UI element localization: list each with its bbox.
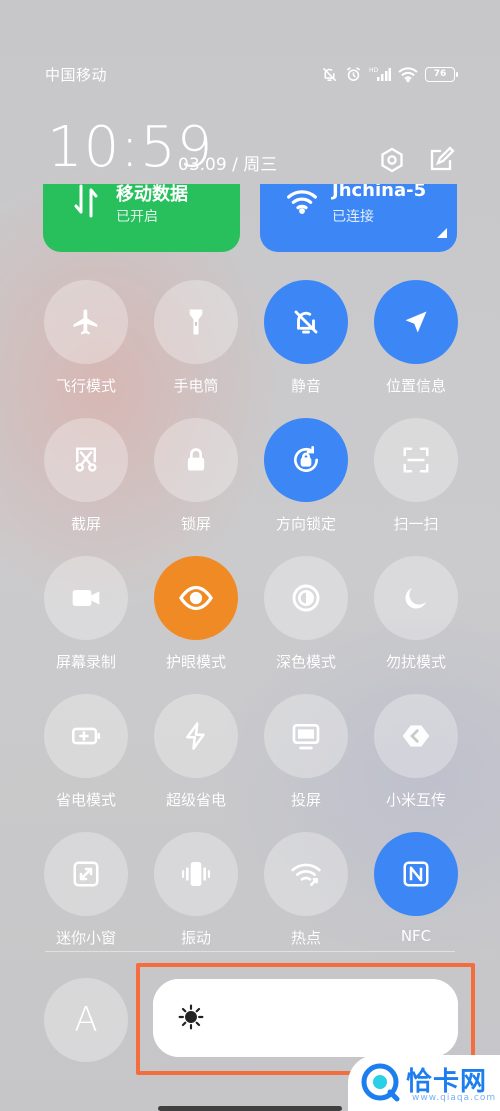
toggle-label: 深色模式 [275,653,336,671]
battery-icon: 76 [425,66,458,82]
toggle-screen-record[interactable]: 屏幕录制 [44,556,128,672]
toggle-scan[interactable]: 扫一扫 [374,418,458,534]
site-watermark: 恰卡网 www.qiaqa.com [348,1055,500,1111]
toggle-battery-saver[interactable]: 省电模式 [44,694,128,810]
clock-date: 03.09 / 周三 [178,155,278,175]
eye-icon [154,556,238,640]
toggle-label: 位置信息 [385,377,446,395]
carrier-name: 中国移动 [45,65,108,84]
toggle-label: 屏幕录制 [55,653,116,671]
toggle-label: 迷你小窗 [55,929,116,947]
wifi-card[interactable]: Jhchina-5 已连接 [260,184,457,252]
toggle-label: 护眼模式 [165,653,226,671]
toggle-airplane-mode[interactable]: 飞行模式 [44,280,128,396]
data-arrows-icon [73,184,99,222]
toggle-label: 截屏 [70,515,101,533]
nfc-icon [374,832,458,916]
watermark-logo-icon [360,1062,400,1106]
dark-mode-icon [264,556,348,640]
divider [45,951,455,952]
edit-icon[interactable] [427,146,455,174]
toggle-location[interactable]: 位置信息 [374,280,458,396]
battery-saver-icon [44,694,128,778]
toggle-label: 手电筒 [173,377,219,395]
airplane-icon [44,280,128,364]
share-transfer-icon [374,694,458,778]
toggle-label: 振动 [180,929,211,947]
toggle-label: 锁屏 [180,515,211,533]
toggle-screenshot[interactable]: 截屏 [44,418,128,534]
toggle-lock-screen[interactable]: 锁屏 [154,418,238,534]
toggle-mini-window[interactable]: 迷你小窗 [44,832,128,948]
mobile-data-card[interactable]: 移动数据 已开启 [43,184,240,252]
lock-icon [154,418,238,502]
toggle-label: 飞行模式 [55,377,116,395]
screen-cast-icon [264,694,348,778]
video-camera-icon [44,556,128,640]
toggle-vibrate[interactable]: 振动 [154,832,238,948]
location-arrow-icon [374,280,458,364]
toggle-label: 扫一扫 [393,515,439,533]
toggle-label: 省电模式 [55,791,116,809]
battery-level: 76 [433,69,447,79]
expand-corner-icon[interactable] [437,223,447,242]
vibrate-icon [154,832,238,916]
moon-icon [374,556,458,640]
toggle-label: 投屏 [290,791,321,809]
toggle-label: 热点 [290,929,321,947]
toggle-do-not-disturb[interactable]: 勿扰模式 [374,556,458,672]
wifi-status: 已连接 [332,209,374,225]
auto-brightness-button[interactable]: A [44,978,128,1062]
toggle-nfc[interactable]: NFC [374,832,458,945]
toggle-flashlight[interactable]: 手电筒 [154,280,238,396]
wifi-icon [398,66,418,82]
rotation-lock-icon [264,418,348,502]
wifi-network-name: Jhchina-5 [332,184,427,201]
home-indicator [158,1106,342,1111]
scan-icon [374,418,458,502]
svg-text:HD: HD [369,67,379,74]
mini-window-icon [44,832,128,916]
toggle-mi-share[interactable]: 小米互传 [374,694,458,810]
watermark-url: www.qiaqa.com [412,1093,497,1103]
mobile-data-title: 移动数据 [116,184,188,205]
hotspot-icon [264,832,348,916]
status-bar: 中国移动 HD 76 [45,62,458,86]
hd-signal-icon: HD [369,66,391,82]
toggle-mute[interactable]: 静音 [264,280,348,396]
lightning-icon [154,694,238,778]
toggle-label: 小米互传 [385,791,446,809]
status-icons: HD 76 [321,66,458,83]
mute-bell-icon [321,66,338,83]
toggle-super-saver[interactable]: 超级省电 [154,694,238,810]
toggle-label: 静音 [290,377,321,395]
flashlight-icon [154,280,238,364]
alarm-icon [345,66,362,83]
toggle-rotation-lock[interactable]: 方向锁定 [264,418,348,534]
toggle-hotspot[interactable]: 热点 [264,832,348,948]
settings-icon[interactable] [378,146,406,174]
toggle-label: 勿扰模式 [385,653,446,671]
wifi-icon [286,188,318,218]
toggle-label: NFC [400,927,432,945]
toggle-dark-mode[interactable]: 深色模式 [264,556,348,672]
toggle-eye-care[interactable]: 护眼模式 [154,556,238,672]
mobile-data-status: 已开启 [116,209,158,225]
toggle-label: 超级省电 [165,791,226,809]
toggle-label: 方向锁定 [275,515,336,533]
screenshot-icon [44,418,128,502]
toggle-screen-cast[interactable]: 投屏 [264,694,348,810]
mute-bell-icon [264,280,348,364]
